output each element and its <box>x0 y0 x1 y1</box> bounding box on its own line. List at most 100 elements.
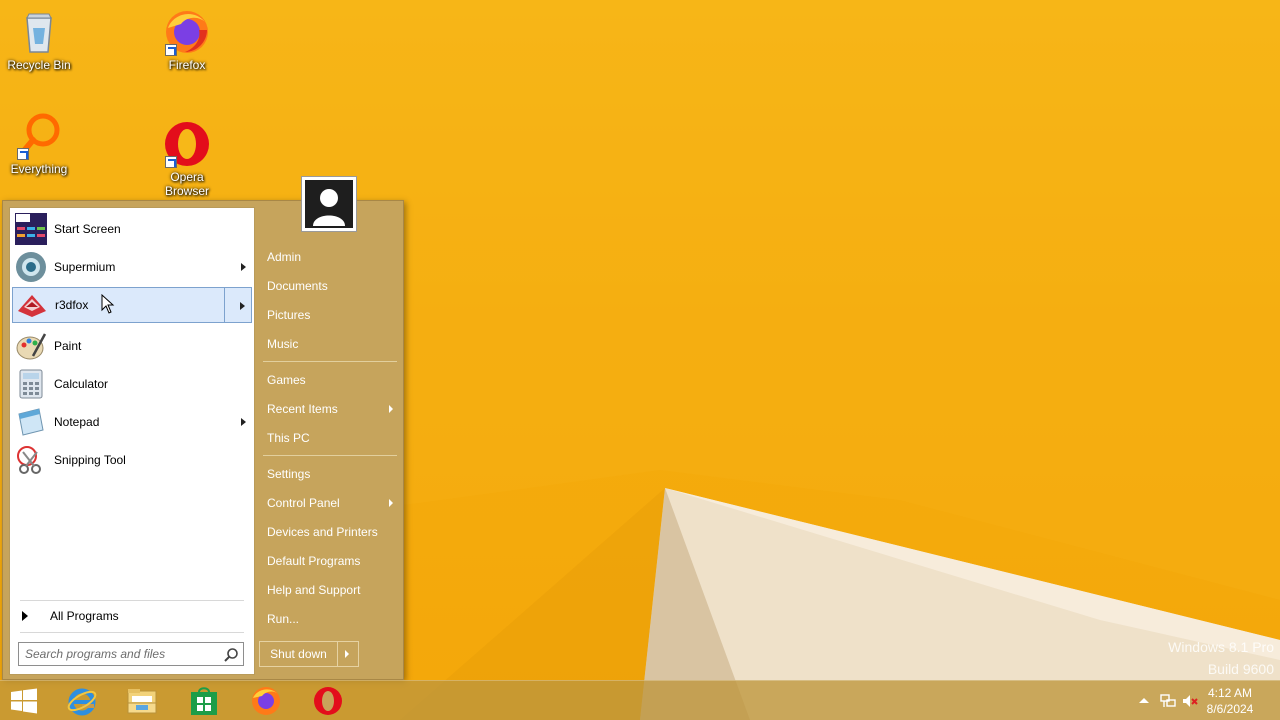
program-snipping-tool[interactable]: Snipping Tool <box>12 442 252 478</box>
start-screen-icon <box>15 213 47 245</box>
shortcut-arrow-icon <box>165 156 177 168</box>
desktop-icon-everything[interactable]: Everything <box>0 112 81 176</box>
taskbar-opera[interactable] <box>300 683 356 719</box>
all-programs-button[interactable]: All Programs <box>20 606 119 626</box>
program-label: Calculator <box>54 377 109 391</box>
right-item-label: Recent Items <box>267 402 338 416</box>
desktop-icon-firefox[interactable]: Firefox <box>145 8 229 72</box>
clock[interactable]: 4:12 AM 8/6/2024 <box>1200 685 1260 717</box>
shortcut-arrow-icon <box>17 148 29 160</box>
notepad-icon <box>15 406 47 438</box>
store-icon <box>191 687 217 715</box>
right-item-label: Run... <box>267 612 300 626</box>
mouse-cursor-icon <box>101 294 115 314</box>
right-item-run[interactable]: Run... <box>263 607 399 631</box>
submenu-arrow-icon <box>389 499 393 507</box>
submenu-arrow-icon <box>389 405 393 413</box>
start-menu: Start Screen Supermium r3dfox Paint Calc… <box>2 176 404 680</box>
right-item-recent-items[interactable]: Recent Items <box>263 397 399 421</box>
system-tray: 4:12 AM 8/6/2024 <box>1120 681 1280 720</box>
divider <box>20 632 244 633</box>
submenu-arrow-icon <box>241 418 246 426</box>
taskbar-internet-explorer[interactable] <box>54 683 110 719</box>
right-item-devices-and-printers[interactable]: Devices and Printers <box>263 520 399 544</box>
taskbar-file-explorer[interactable] <box>114 683 170 719</box>
program-supermium[interactable]: Supermium <box>12 249 252 285</box>
program-label: r3dfox <box>55 298 89 312</box>
internet-explorer-icon <box>67 688 97 716</box>
start-button[interactable] <box>0 683 48 719</box>
right-item-admin[interactable]: Admin <box>263 245 399 269</box>
right-item-this-pc[interactable]: This PC <box>263 426 399 450</box>
program-notepad[interactable]: Notepad <box>12 404 252 440</box>
opera-icon <box>314 687 342 715</box>
shutdown-options-arrow-icon[interactable] <box>338 642 358 666</box>
opera-icon <box>163 120 211 168</box>
right-item-label: Music <box>267 337 299 351</box>
desktop-icon-opera[interactable]: Opera Browser <box>145 120 229 198</box>
snipping-tool-icon <box>15 444 47 476</box>
watermark-build: Build 9600 <box>1207 661 1274 677</box>
desktop-icon-label: Firefox <box>168 58 206 72</box>
shortcut-arrow-icon <box>165 44 177 56</box>
program-label: Supermium <box>54 260 116 274</box>
right-item-label: Help and Support <box>267 583 361 597</box>
r3dfox-icon <box>16 289 48 321</box>
calculator-icon <box>15 368 47 400</box>
right-item-label: Pictures <box>267 308 311 322</box>
right-item-settings[interactable]: Settings <box>263 462 399 486</box>
clock-date: 8/6/2024 <box>1206 702 1254 716</box>
right-item-label: Control Panel <box>267 496 340 510</box>
paint-icon <box>15 330 47 362</box>
file-explorer-icon <box>127 689 157 714</box>
user-avatar[interactable] <box>301 176 357 232</box>
program-label: Start Screen <box>54 222 121 236</box>
right-item-documents[interactable]: Documents <box>263 274 399 298</box>
submenu-arrow-icon[interactable] <box>240 302 245 310</box>
user-silhouette-icon <box>305 180 353 228</box>
network-icon[interactable] <box>1160 693 1176 709</box>
program-label: Paint <box>54 339 82 353</box>
submenu-divider <box>224 288 225 322</box>
search-box[interactable] <box>18 642 244 666</box>
windows-start-icon <box>11 688 37 714</box>
right-item-label: Admin <box>267 250 302 264</box>
right-item-label: Default Programs <box>267 554 361 568</box>
expand-arrow-icon <box>22 611 28 621</box>
right-item-help-and-support[interactable]: Help and Support <box>263 578 399 602</box>
program-paint[interactable]: Paint <box>12 328 252 364</box>
desktop-icon-recycle-bin[interactable]: Recycle Bin <box>0 8 81 72</box>
firefox-icon <box>163 8 211 56</box>
program-label: Snipping Tool <box>54 453 126 467</box>
divider <box>263 361 397 362</box>
right-item-pictures[interactable]: Pictures <box>263 303 399 327</box>
right-item-control-panel[interactable]: Control Panel <box>263 491 399 515</box>
right-item-label: Games <box>267 373 306 387</box>
recycle-bin-icon <box>15 8 63 56</box>
watermark-edition: Windows 8.1 Pro <box>1168 639 1274 655</box>
right-item-default-programs[interactable]: Default Programs <box>263 549 399 573</box>
program-calculator[interactable]: Calculator <box>12 366 252 402</box>
desktop-icon-label: Recycle Bin <box>7 58 71 72</box>
taskbar-store[interactable] <box>176 683 232 719</box>
clock-time: 4:12 AM <box>1207 686 1253 700</box>
right-item-label: This PC <box>267 431 310 445</box>
right-item-label: Devices and Printers <box>267 525 378 539</box>
program-r3dfox[interactable]: r3dfox <box>12 287 252 323</box>
everything-search-icon <box>15 112 63 160</box>
show-hidden-icons-icon[interactable] <box>1136 693 1152 709</box>
taskbar-firefox[interactable] <box>238 683 294 719</box>
search-icon[interactable] <box>223 647 239 663</box>
divider <box>263 455 397 456</box>
supermium-icon <box>15 251 47 283</box>
submenu-arrow-icon <box>241 263 246 271</box>
right-item-music[interactable]: Music <box>263 332 399 356</box>
search-input[interactable] <box>19 644 215 664</box>
shutdown-split-button: Shut down <box>259 641 359 667</box>
desktop-icon-label: Everything <box>10 162 68 176</box>
shutdown-button[interactable]: Shut down <box>260 642 338 666</box>
program-start-screen[interactable]: Start Screen <box>12 211 252 247</box>
right-item-games[interactable]: Games <box>263 368 399 392</box>
divider <box>20 600 244 601</box>
volume-muted-icon[interactable] <box>1182 693 1198 709</box>
